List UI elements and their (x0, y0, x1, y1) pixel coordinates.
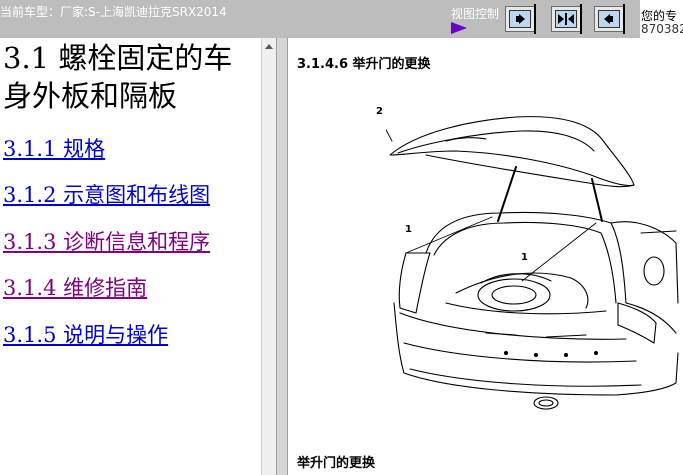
liftgate-diagram (386, 116, 679, 410)
navigation-pane: 3.1 螺栓固定的车身外板和隔板 3.1.1 规格 3.1.2 示意图和布线图 … (0, 38, 276, 475)
arrow-right-icon (509, 10, 531, 28)
scroll-up-icon[interactable] (265, 44, 273, 49)
nav-link-description-operation[interactable]: 3.1.5 说明与操作 (3, 319, 168, 349)
section-title: 3.1 螺栓固定的车身外板和隔板 (3, 41, 233, 113)
view-control-arrow-icon (451, 22, 467, 34)
current-vehicle-label: 当前车型：厂家:S-上海凯迪拉克SRX2014 (0, 5, 227, 19)
nav-link-specifications[interactable]: 3.1.1 规格 (3, 133, 105, 163)
nav-scrollbar[interactable] (261, 38, 276, 475)
procedure-title: 3.1.4.6 举升门的更换 (297, 57, 431, 72)
content-pane: 3.1.4.6 举升门的更换 2 1 1 举升门的更换 (288, 38, 683, 475)
callout-label: 2 (376, 106, 383, 117)
user-info-panel: 您的专 870382 (640, 0, 683, 38)
top-toolbar: 当前车型：厂家:S-上海凯迪拉克SRX2014 视图控制 您的专 870382 (0, 0, 683, 38)
arrows-both-icon (555, 10, 577, 28)
figure-caption: 举升门的更换 (297, 456, 376, 471)
nav-link-schematics[interactable]: 3.1.2 示意图和布线图 (3, 179, 210, 209)
nav-link-diagnostics[interactable]: 3.1.3 诊断信息和程序 (3, 226, 210, 256)
pane-splitter[interactable] (276, 38, 288, 475)
expand-left-button[interactable] (594, 4, 625, 34)
arrow-left-icon (598, 10, 620, 28)
expand-both-button[interactable] (551, 4, 582, 34)
view-control-label: 视图控制 (451, 7, 500, 21)
nav-link-repair-instructions[interactable]: 3.1.4 维修指南 (3, 272, 147, 302)
expand-right-button[interactable] (505, 4, 536, 34)
user-info-line-2: 870382 (641, 22, 683, 36)
